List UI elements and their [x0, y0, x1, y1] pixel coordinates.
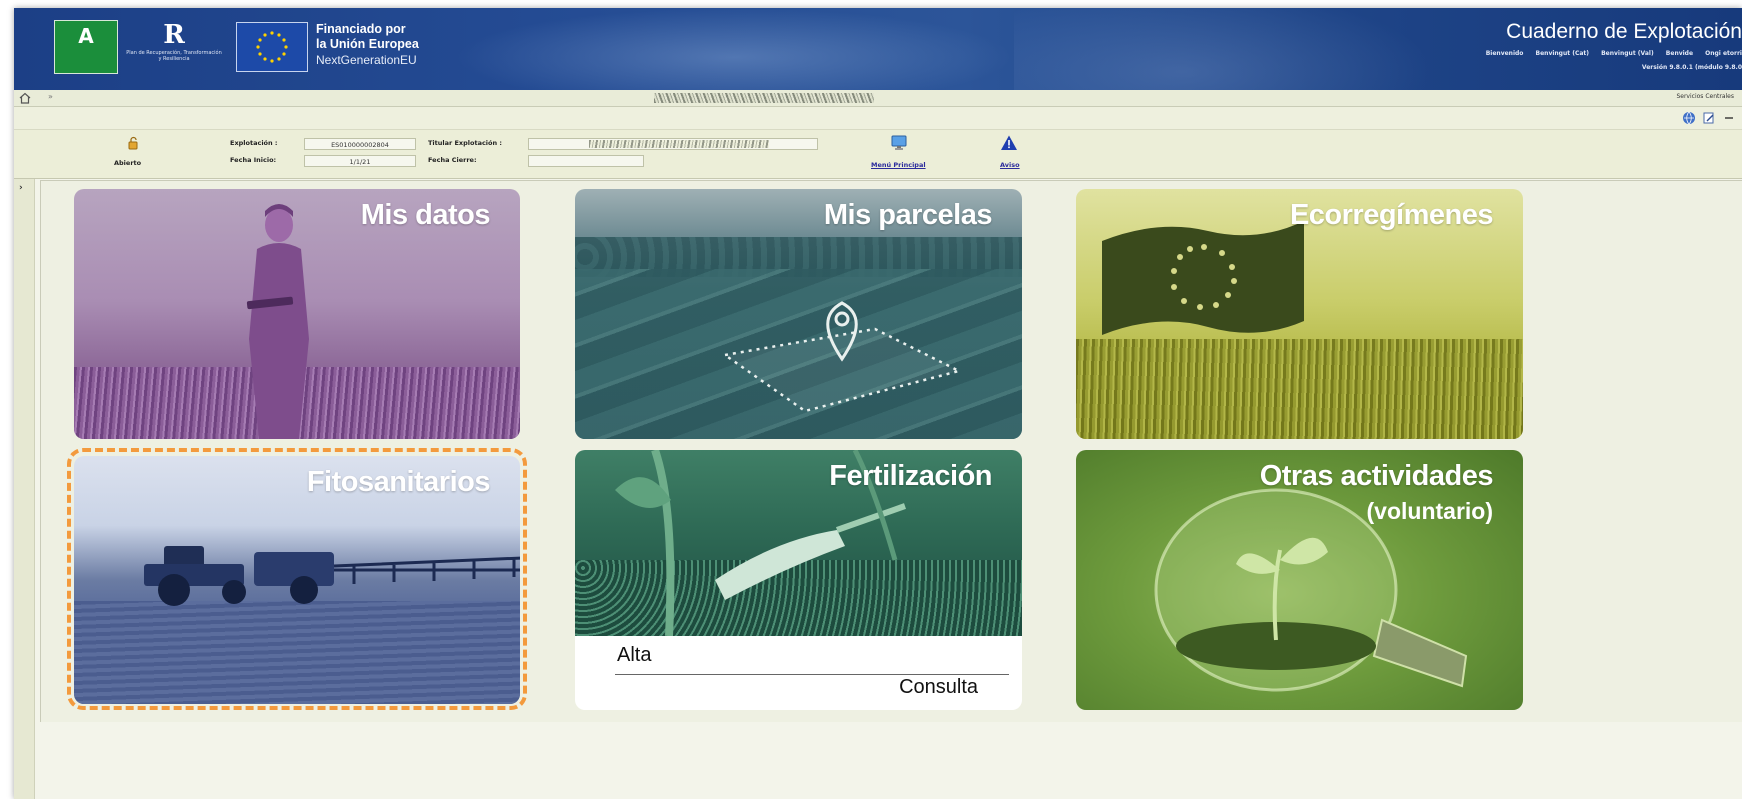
tile-title-mis-datos: Mis datos — [360, 199, 491, 231]
fecha-inicio-label: Fecha Inicio: — [230, 156, 277, 164]
explotacion-info-bar: Abierto Explotación : ES010000002804 Fec… — [14, 130, 1742, 179]
titular-label: Titular Explotación : — [428, 139, 502, 147]
office-label: Servicios Centrales — [1676, 93, 1734, 100]
eu-funding-text: Financiado por la Unión Europea NextGene… — [316, 22, 419, 67]
tile-title-mis-parcelas: Mis parcelas — [823, 199, 993, 231]
tile-mis-datos[interactable]: Mis datos — [74, 189, 520, 439]
expand-sidebar-icon[interactable]: › — [19, 183, 23, 193]
main-tiles-panel: Mis datos Mis parcelas Ecorregímenes Fit… — [40, 180, 1742, 722]
utility-icon-row — [14, 107, 1742, 130]
tile-title-otras-actividades: Otras actividades — [1259, 460, 1494, 492]
tractor-sprayer-image — [144, 546, 520, 606]
tile-title-fitosanitarios: Fitosanitarios — [306, 466, 491, 498]
plan-recuperacion-logo: R Plan de Recuperación, Transformación y… — [126, 20, 222, 62]
language-link-gal[interactable]: Benvide — [1666, 50, 1693, 57]
app-frame: A R Plan de Recuperación, Transformación… — [14, 8, 1742, 799]
left-collapse-gutter: › — [14, 179, 35, 799]
explotacion-field[interactable]: ES010000002804 — [304, 138, 416, 150]
aviso-link[interactable]: Aviso — [1000, 161, 1020, 169]
fertilizacion-alta-link[interactable]: Alta — [617, 644, 651, 667]
monitor-icon[interactable] — [890, 134, 908, 152]
header-banner: A R Plan de Recuperación, Transformación… — [14, 8, 1742, 90]
junta-andalucia-logo: A — [54, 20, 118, 74]
language-link-cat[interactable]: Benvingut (Cat) — [1536, 50, 1589, 57]
breadcrumb-separator: » — [48, 92, 53, 101]
woman-with-tablet-image — [246, 204, 309, 439]
warning-triangle-icon[interactable] — [1000, 134, 1018, 152]
language-links: Bienvenido Benvingut (Cat) Benvingut (Va… — [1476, 50, 1742, 57]
tile-mis-parcelas[interactable]: Mis parcelas — [575, 189, 1022, 439]
help-globe-icon[interactable] — [1682, 111, 1696, 125]
fecha-cierre-field[interactable] — [528, 155, 644, 167]
version-text: Versión 9.8.0.1 (módulo 9.8.0 — [1641, 64, 1742, 71]
edit-icon[interactable] — [1702, 111, 1716, 125]
fecha-inicio-field[interactable]: 1/1/21 — [304, 155, 416, 167]
home-icon[interactable] — [18, 91, 32, 105]
app-title: Cuaderno de Explotación — [1506, 20, 1742, 43]
fecha-cierre-label: Fecha Cierre: — [428, 156, 477, 164]
tile-otras-actividades[interactable]: Otras actividades (voluntario) — [1076, 450, 1523, 710]
language-link-val[interactable]: Benvingut (Val) — [1601, 50, 1654, 57]
tile-title-fertilizacion: Fertilización — [829, 460, 992, 492]
redacted-titular — [589, 140, 769, 148]
redacted-breadcrumb — [654, 93, 874, 103]
explotacion-label: Explotación : — [230, 139, 278, 147]
tile-fertilizacion[interactable]: Fertilización — [575, 450, 1022, 636]
breadcrumb-bar: » Servicios Centrales — [14, 90, 1742, 107]
padlock-open-icon — [128, 136, 138, 150]
eu-flag-image — [1102, 221, 1304, 335]
language-link-bienvenido[interactable]: Bienvenido — [1486, 50, 1524, 57]
close-panel-icon[interactable] — [1722, 111, 1736, 125]
tile-ecorregimenes[interactable]: Ecorregímenes — [1076, 189, 1523, 439]
eu-flag-icon — [236, 22, 308, 72]
fertilizacion-consulta-link[interactable]: Consulta — [899, 676, 978, 699]
titular-field[interactable] — [528, 138, 818, 150]
lightbulb-plant-image — [1154, 488, 1468, 692]
language-link-eus[interactable]: Ongi etorri — [1705, 50, 1742, 57]
menu-principal-link[interactable]: Menú Principal — [871, 161, 926, 169]
fertilizacion-actions: Alta Consulta — [575, 636, 1022, 710]
status-label: Abierto — [114, 159, 142, 167]
tile-fitosanitarios[interactable]: Fitosanitarios — [74, 456, 520, 704]
tile-title-ecorregimenes: Ecorregímenes — [1289, 199, 1494, 231]
divider — [615, 674, 1009, 675]
tile-subtitle-voluntario: (voluntario) — [1366, 498, 1494, 524]
